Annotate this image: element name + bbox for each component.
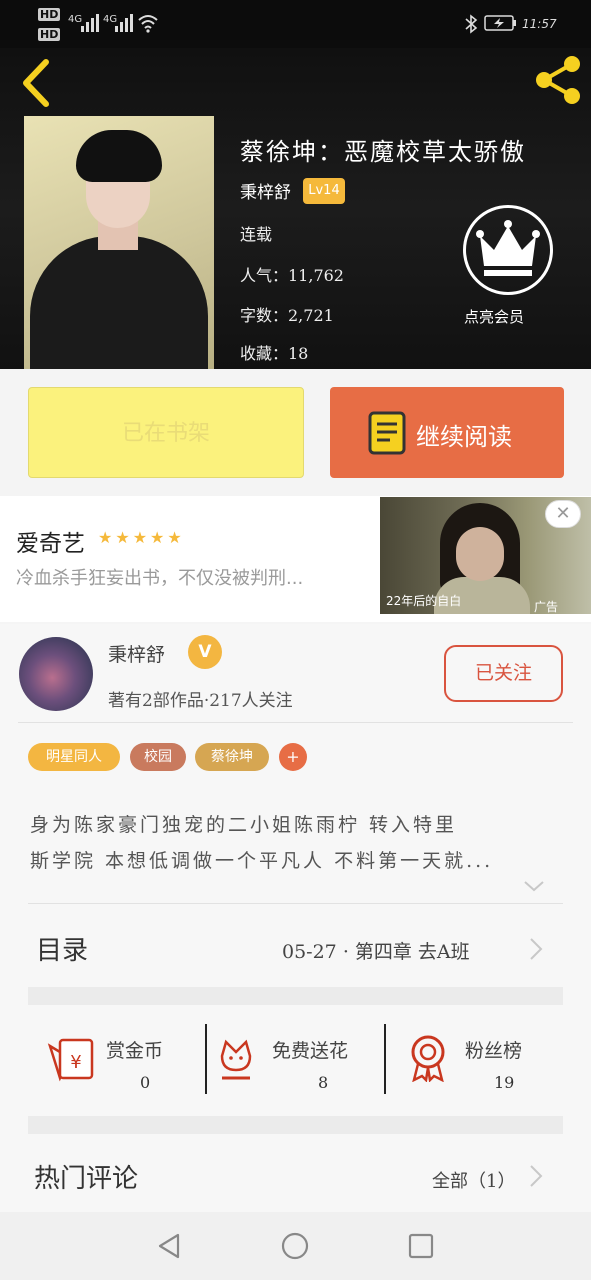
flower-icon[interactable]: [216, 1036, 256, 1082]
coin-envelope-icon[interactable]: ¥: [46, 1036, 96, 1082]
gift-coins-label[interactable]: 赏金币: [106, 1036, 163, 1063]
divider: [18, 722, 573, 723]
premium-label[interactable]: 点亮会员: [464, 306, 524, 327]
signal-icon: [81, 14, 99, 32]
book-cover-image[interactable]: [24, 116, 214, 370]
author-name[interactable]: 秉梓舒: [108, 640, 165, 667]
book-intro-line-2: 斯学院 本想低调做一个平凡人 不料第一天就...: [30, 850, 494, 872]
ad-rating-stars: ★★★★★: [98, 528, 185, 547]
book-intro-line-1: 身为陈家豪门独宠的二小姐陈雨柠 转入特里: [30, 814, 458, 836]
book-favorites: 收藏：18: [240, 344, 309, 363]
book-word-count: 字数：2,721: [240, 306, 334, 325]
ad-description: 冷血杀手狂妄出书，不仅没被判刑...: [16, 568, 304, 589]
author-avatar[interactable]: [19, 637, 93, 711]
share-icon[interactable]: [532, 54, 584, 106]
verified-badge-icon: V: [188, 635, 222, 669]
nav-home-icon[interactable]: [281, 1232, 309, 1260]
nav-recents-icon[interactable]: [408, 1233, 434, 1259]
ad-video-caption: 22年后的自白: [386, 594, 462, 608]
fan-ranking-count: 19: [494, 1073, 515, 1092]
ad-label: 广告: [534, 600, 559, 614]
divider: [28, 903, 563, 904]
add-tag-button[interactable]: +: [279, 743, 307, 771]
tag-campus[interactable]: 校园: [130, 743, 186, 771]
hd-badge-1: HD: [38, 8, 61, 21]
section-separator: [28, 987, 563, 1005]
book-title: 蔡徐坤：恶魔校草太骄傲: [240, 138, 526, 166]
follow-button[interactable]: 已关注: [444, 645, 563, 702]
bluetooth-icon: [465, 14, 478, 34]
book-status: 连载: [240, 225, 273, 244]
signal-icon-2: [115, 14, 133, 32]
add-to-shelf-button[interactable]: 已在书架: [28, 387, 304, 478]
back-icon[interactable]: [18, 58, 52, 108]
chevron-right-icon[interactable]: [528, 1163, 544, 1189]
free-flower-count: 8: [318, 1073, 329, 1092]
battery-icon: [484, 15, 516, 31]
tag-character[interactable]: 蔡徐坤: [195, 743, 269, 771]
author-stats: 著有2部作品·217人关注: [108, 691, 293, 711]
book-icon: [368, 411, 406, 455]
crown-icon: [476, 220, 540, 276]
expand-chevron-icon[interactable]: [522, 878, 546, 894]
continue-reading-button[interactable]: 继续阅读: [330, 387, 564, 478]
free-flower-label[interactable]: 免费送花: [272, 1036, 348, 1063]
status-bar: HD HD 4G 4G 11:57: [0, 0, 591, 48]
latest-chapter[interactable]: 05-27 · 第四章 去A班: [282, 937, 470, 964]
level-badge: Lv14: [303, 178, 345, 204]
chevron-right-icon[interactable]: [528, 936, 544, 962]
divider: [205, 1024, 207, 1094]
book-author[interactable]: 秉梓舒: [240, 178, 291, 203]
wifi-icon: [138, 15, 158, 33]
section-separator: [28, 1116, 563, 1134]
svg-text:¥: ¥: [70, 1052, 81, 1073]
system-nav-bar: [0, 1212, 591, 1280]
fan-ranking-medal-icon[interactable]: [406, 1034, 450, 1082]
premium-button[interactable]: [463, 205, 553, 295]
toc-label[interactable]: 目录: [36, 930, 88, 967]
nav-back-icon[interactable]: [156, 1232, 182, 1260]
fan-ranking-label[interactable]: 粉丝榜: [465, 1036, 522, 1063]
continue-reading-label: 继续阅读: [416, 423, 512, 451]
hot-comments-label: 热门评论: [34, 1164, 139, 1194]
ad-close-icon[interactable]: ✕: [545, 500, 581, 528]
book-popularity: 人气：11,762: [240, 266, 344, 285]
gift-coins-count: 0: [140, 1073, 151, 1092]
ad-title: 爱奇艺: [16, 531, 85, 557]
tag-celebrity-fanfic[interactable]: 明星同人: [28, 743, 120, 771]
divider: [384, 1024, 386, 1094]
all-comments-link[interactable]: 全部（1）: [432, 1167, 515, 1193]
hd-badge-2: HD: [38, 28, 61, 41]
clock: 11:57: [522, 17, 557, 31]
